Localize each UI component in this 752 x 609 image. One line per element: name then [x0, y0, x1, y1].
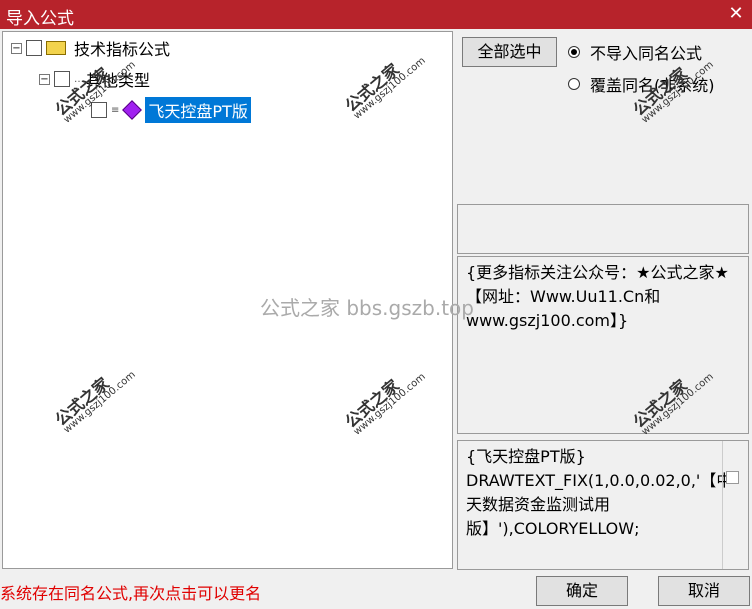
- folder-icon: [46, 41, 66, 55]
- tree-checkbox[interactable]: [54, 71, 70, 87]
- cancel-button[interactable]: 取消: [658, 576, 750, 606]
- collapse-icon[interactable]: −: [39, 73, 50, 85]
- close-icon[interactable]: ✕: [724, 3, 748, 25]
- title-bar: 导入公式 ✕: [0, 0, 752, 29]
- window-title: 导入公式: [6, 9, 74, 29]
- select-all-button[interactable]: 全部选中: [462, 37, 557, 67]
- tree-connector-icon: ≡: [111, 104, 120, 116]
- tree-item-formula[interactable]: ≡ 飞天控盘PT版: [91, 97, 251, 123]
- code-scrollbar[interactable]: [722, 441, 743, 569]
- scrollbar-box-icon[interactable]: [726, 471, 739, 484]
- formula-gem-icon: [122, 100, 143, 120]
- code-text[interactable]: {飞天控盘PT版} DRAWTEXT_FIX(1,0.0,0.02,0,'【中天…: [458, 441, 732, 545]
- description-box[interactable]: {更多指标关注公众号：★公式之家★ 【网址：Www.Uu11.Cn和www.gs…: [457, 256, 749, 434]
- status-message: 系统存在同名公式,再次点击可以更名: [0, 584, 262, 603]
- radio-no-import-label: 不导入同名公式: [590, 44, 703, 63]
- code-box[interactable]: {飞天控盘PT版} DRAWTEXT_FIX(1,0.0,0.02,0,'【中天…: [457, 440, 749, 570]
- tree-checkbox[interactable]: [26, 40, 42, 56]
- tree-item-tech[interactable]: − 技术指标公式: [11, 36, 170, 60]
- tree-item-label: 飞天控盘PT版: [145, 97, 251, 123]
- ok-button[interactable]: 确定: [536, 576, 628, 606]
- empty-panel: [457, 204, 749, 254]
- collapse-icon[interactable]: −: [11, 42, 22, 54]
- watermark-center: 公式之家 bbs.gszb.top: [260, 296, 474, 320]
- radio-checked-icon[interactable]: [568, 46, 580, 58]
- radio-unchecked-icon[interactable]: [568, 78, 580, 90]
- radio-no-import[interactable]: 不导入同名公式: [568, 40, 702, 64]
